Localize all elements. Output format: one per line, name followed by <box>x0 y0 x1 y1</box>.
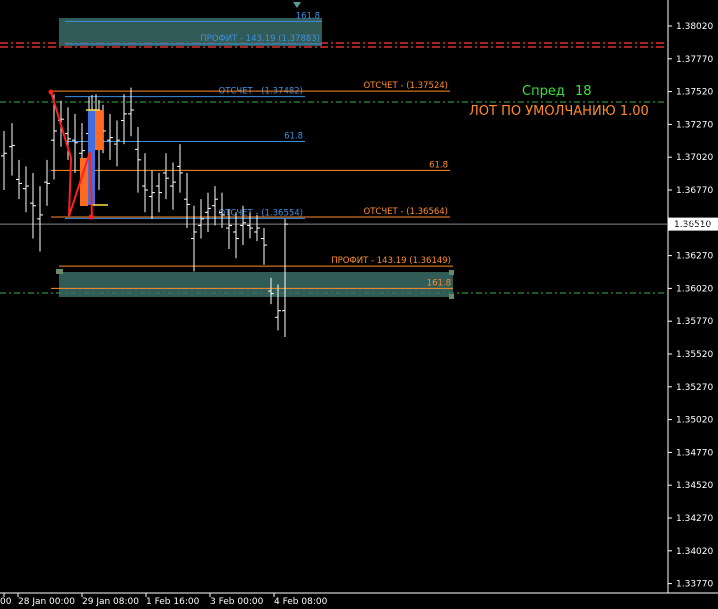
time-tick-label: 4 Feb 08:00 <box>274 597 328 607</box>
candle <box>72 113 78 173</box>
candle <box>16 159 22 200</box>
price-tick-label: 1.33770 <box>676 580 713 590</box>
fib-level-label-orange-161: 161.8 <box>427 278 451 288</box>
candle <box>233 212 239 259</box>
candle <box>114 120 120 167</box>
fib-level-label-orange-profit: ПРОФИТ - 143.19 (1.36149) <box>331 256 451 266</box>
candle <box>177 144 183 193</box>
spread-label: Спред <box>522 84 565 99</box>
candle <box>254 214 260 242</box>
price-tick-label: 1.37270 <box>676 120 713 130</box>
candle <box>191 205 197 272</box>
fib-level-label-blue-161: 161.8 <box>296 11 320 21</box>
candle <box>163 153 169 200</box>
candle <box>170 162 176 210</box>
zigzag-point-icon-2[interactable] <box>88 214 94 220</box>
time-axis-ticks: 00 28 Jan 00:00 29 Jan 08:00 1 Feb 16:00 3 F… <box>0 593 328 607</box>
price-chart[interactable]: 1.36510 161.8ПРОФИТ - 143.19 (1.37883)ОТ… <box>0 0 718 609</box>
time-tick-label: 29 Jan 08:00 <box>82 597 139 607</box>
fib-level-label-orange-61: 61.8 <box>429 160 448 170</box>
zigzag-point-icon[interactable] <box>48 89 54 95</box>
candle <box>30 172 36 239</box>
price-tick-label: 1.34770 <box>676 448 713 458</box>
price-tick-label: 1.35770 <box>676 317 713 327</box>
fib-level-label-blue-profit: ПРОФИТ - 143.19 (1.37883) <box>200 34 320 44</box>
time-tick-label: 1 Feb 16:00 <box>146 597 200 607</box>
candle <box>261 228 267 265</box>
price-axis-ticks: 1.38020 1.37770 1.37520 1.37270 1.37020 1.367… <box>668 22 713 590</box>
candle <box>156 172 162 213</box>
price-tick-label: 1.38020 <box>676 22 713 32</box>
zone-handle-icon-right-2[interactable] <box>449 294 454 299</box>
candle <box>9 123 15 176</box>
fib-level-label-orange-retrace-top: ОТСЧЕТ - (1.37524) <box>364 81 448 91</box>
candle <box>205 192 211 232</box>
price-tick-label: 1.36770 <box>676 186 713 196</box>
candle <box>23 166 29 213</box>
price-tick-label: 1.35270 <box>676 383 713 393</box>
fib-level-label-orange-retrace-bottom: ОТСЧЕТ - (1.36564) <box>364 207 448 217</box>
candle <box>37 186 43 252</box>
blue-zone-handle-icon[interactable] <box>293 2 301 8</box>
price-tick-label: 1.36520 <box>676 219 713 229</box>
candle <box>128 87 134 137</box>
orange-profit-zone <box>59 272 453 297</box>
price-tick-label: 1.34520 <box>676 481 713 491</box>
zone-handle-icon-right[interactable] <box>449 270 454 275</box>
fib-level-label-blue-61: 61.8 <box>284 131 303 141</box>
time-tick-label: 28 Jan 00:00 <box>18 597 75 607</box>
candle <box>44 159 50 206</box>
zone-handle-icon[interactable] <box>56 269 63 274</box>
price-tick-label: 1.35520 <box>676 350 713 360</box>
time-tick-label: 00 <box>0 597 12 607</box>
price-tick-label: 1.37770 <box>676 55 713 65</box>
price-tick-label: 1.34020 <box>676 547 713 557</box>
price-tick-label: 1.36270 <box>676 252 713 262</box>
candle <box>107 113 113 160</box>
fib-levels: 161.8 ПРОФИТ - 143.19 (1.37883) ОТСЧЕТ - (… <box>51 11 453 289</box>
candle <box>135 127 141 193</box>
price-tick-label: 1.37520 <box>676 88 713 98</box>
price-tick-label: 1.37020 <box>676 153 713 163</box>
fib-level-label-blue-retrace-top: ОТСЧЕТ - (1.37482) <box>219 87 303 97</box>
spread-value: 18 <box>575 84 592 99</box>
default-lot-label: ЛОТ ПО УМОЛЧАНИЮ 1.00 <box>469 104 649 119</box>
candle <box>184 172 190 229</box>
time-tick-label: 3 Feb 00:00 <box>210 597 264 607</box>
price-tick-label: 1.35020 <box>676 416 713 426</box>
price-tick-label: 1.34270 <box>676 514 713 524</box>
candle <box>1 130 7 190</box>
candle <box>212 186 218 226</box>
bear-marker-candle-1 <box>95 110 103 150</box>
price-tick-label: 1.36020 <box>676 284 713 294</box>
candle <box>198 199 204 239</box>
candle <box>149 170 155 219</box>
candle <box>142 153 148 213</box>
